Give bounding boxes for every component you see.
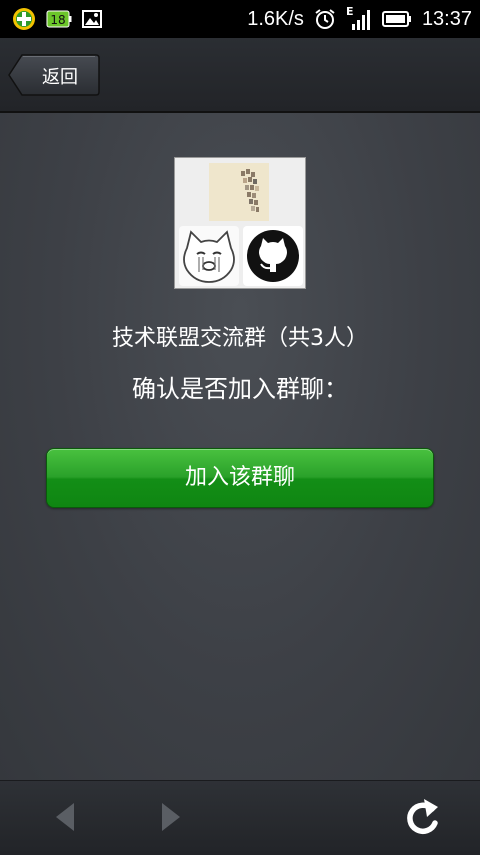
network-type: E [345, 5, 354, 18]
clock: 13:37 [421, 7, 472, 30]
group-avatar [174, 157, 306, 289]
collage-avatar [209, 163, 269, 221]
signal-icon: E [345, 5, 372, 31]
battery-icon [381, 10, 412, 28]
refresh-icon[interactable] [402, 795, 444, 843]
back-button-label: 返回 [42, 67, 78, 88]
github-octocat-avatar [243, 226, 303, 286]
forward-arrow-icon[interactable] [158, 799, 184, 839]
crying-cat-avatar [179, 226, 239, 286]
battery-saver-icon: 18 [46, 8, 72, 30]
back-button[interactable]: 返回 [8, 54, 100, 96]
battery-saver-number: 18 [50, 13, 65, 27]
alarm-icon [314, 8, 336, 30]
back-arrow-icon[interactable] [52, 799, 78, 839]
status-bar: 18 1.6K/s E 13:37 [0, 0, 480, 38]
app-plus-icon [12, 7, 36, 31]
bottom-toolbar [0, 780, 480, 855]
join-group-button[interactable]: 加入该群聊 [46, 448, 434, 508]
image-icon [82, 10, 102, 28]
title-bar: 返回 [0, 38, 480, 113]
main-content: 技术联盟交流群（共3人） 确认是否加入群聊： 加入该群聊 [0, 113, 480, 780]
join-prompt: 确认是否加入群聊： [132, 375, 348, 403]
group-name: 技术联盟交流群（共3人） [112, 326, 368, 351]
net-speed: 1.6K/s [247, 7, 304, 30]
